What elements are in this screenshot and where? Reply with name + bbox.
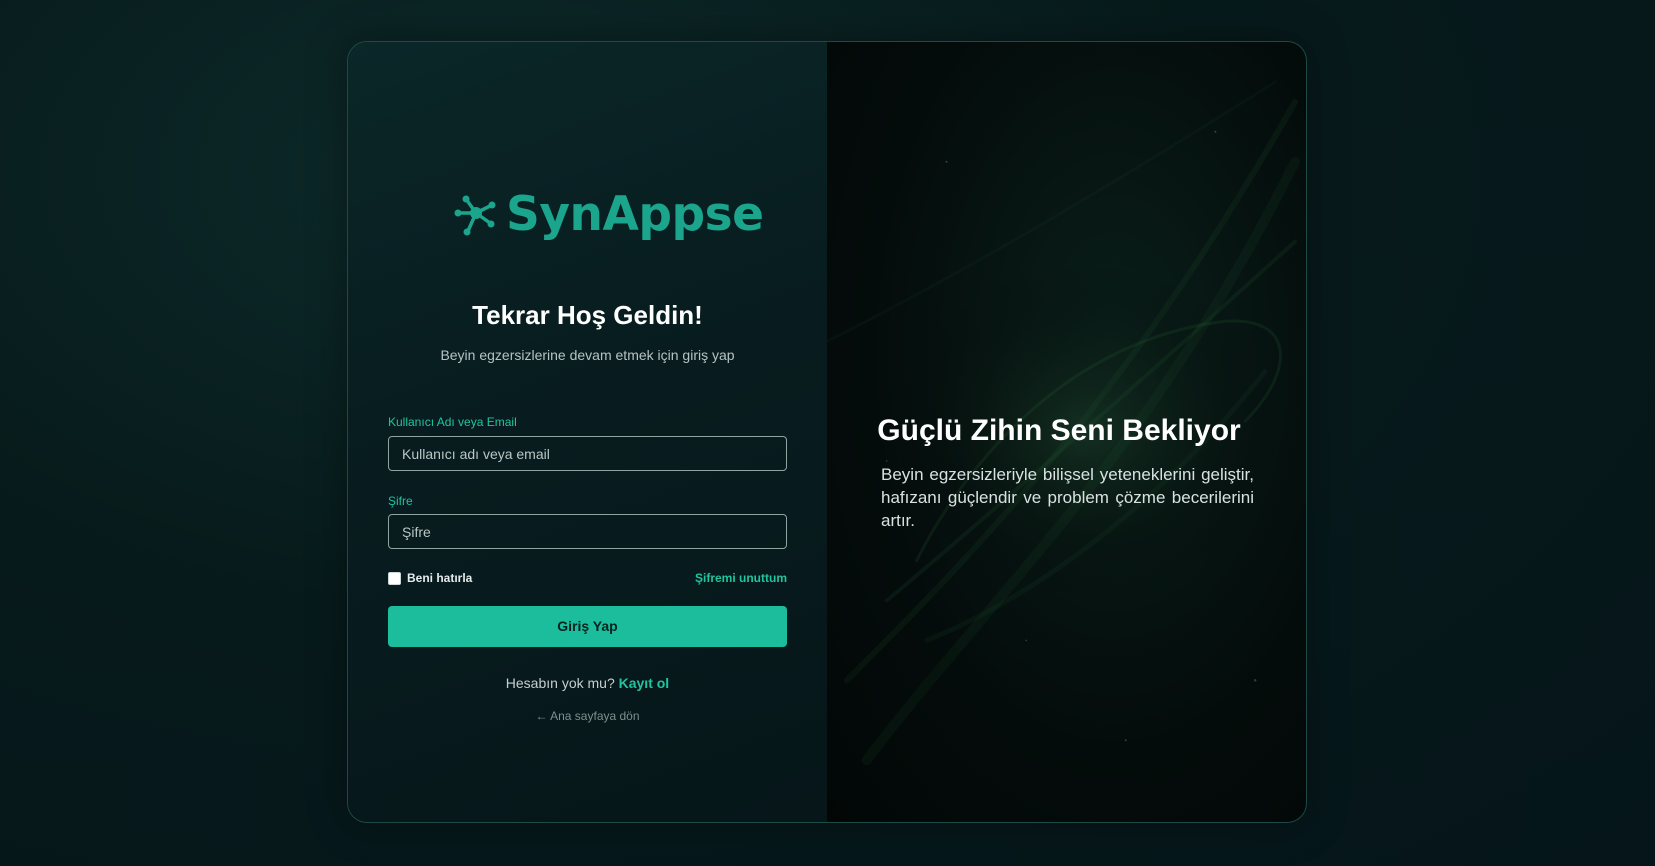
- password-label: Şifre: [388, 494, 413, 508]
- login-card: SynAppse Tekrar Hoş Geldin! Beyin egzers…: [347, 41, 1307, 823]
- promo-panel: Güçlü Zihin Seni Bekliyor Beyin egzersiz…: [827, 42, 1306, 822]
- signup-prompt: Hesabın yok mu? Kayıt ol: [348, 675, 827, 691]
- password-input[interactable]: [388, 514, 787, 549]
- brand-name: SynAppse: [506, 187, 764, 242]
- promo-title: Güçlü Zihin Seni Bekliyor: [877, 414, 1241, 447]
- back-home-link[interactable]: ← Ana sayfaya dön: [348, 709, 827, 723]
- molecule-icon: [454, 195, 496, 235]
- page-title: Tekrar Hoş Geldin!: [472, 300, 703, 330]
- promo-description: Beyin egzersizleriyle bilişsel yetenekle…: [881, 465, 1254, 530]
- forgot-password-link[interactable]: Şifremi unuttum: [695, 571, 787, 585]
- remember-me: Beni hatırla: [388, 571, 472, 585]
- username-label: Kullanıcı Adı veya Email: [388, 415, 517, 429]
- login-button[interactable]: Giriş Yap: [388, 606, 787, 647]
- signup-link[interactable]: Kayıt ol: [619, 675, 670, 691]
- username-input[interactable]: [388, 436, 787, 471]
- signup-prompt-text: Hesabın yok mu?: [505, 675, 615, 691]
- page-subtitle: Beyin egzersizlerine devam etmek için gi…: [440, 347, 735, 363]
- remember-checkbox[interactable]: [388, 571, 401, 585]
- brand-logo[interactable]: SynAppse: [452, 187, 764, 242]
- login-panel: SynAppse Tekrar Hoş Geldin! Beyin egzers…: [348, 42, 827, 822]
- remember-label[interactable]: Beni hatırla: [407, 571, 472, 585]
